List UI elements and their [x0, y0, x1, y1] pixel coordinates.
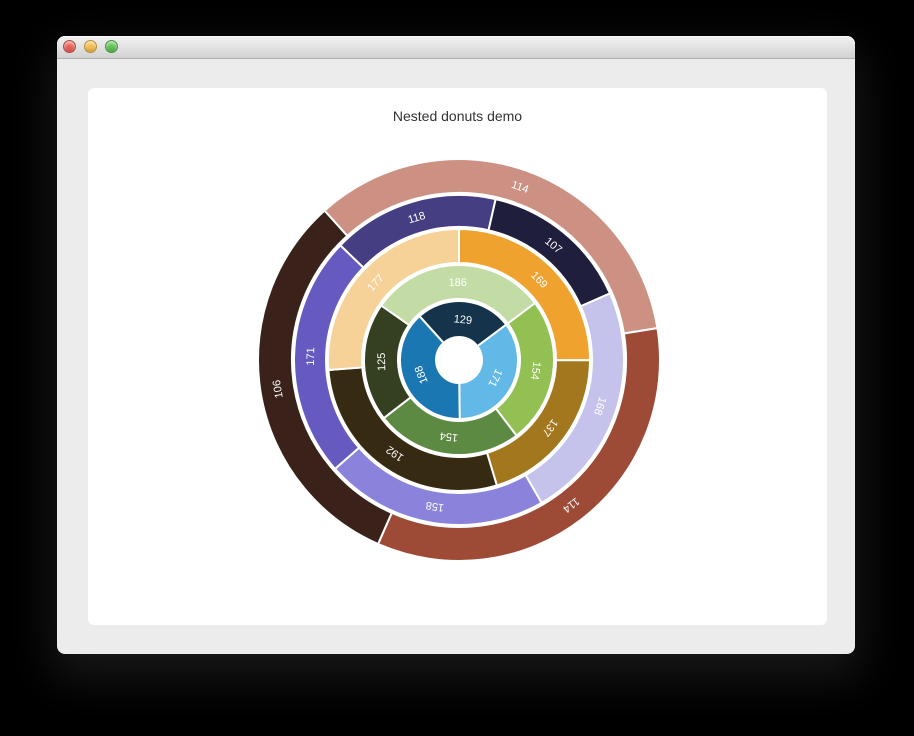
segment-value-label: 171 [305, 347, 317, 366]
chart-panel: Nested donuts demo 129171188186154154125… [88, 88, 827, 625]
zoom-button[interactable] [105, 40, 118, 53]
nested-donut-chart: 1291711881861541541251691371921771181071… [88, 88, 827, 625]
segment-value-label: 125 [376, 352, 388, 371]
minimize-button[interactable] [84, 40, 97, 53]
screenshot-root: { "window": { "buttons": [ {"role": "clo… [0, 0, 914, 736]
segment-value-label: 186 [449, 277, 468, 289]
ring-2: 186 154 154 125 [364, 265, 554, 455]
ring-1-innermost: 129171188 [400, 301, 518, 419]
segment-value-label: 154 [439, 429, 459, 443]
title-bar[interactable] [57, 36, 855, 59]
close-button[interactable] [63, 40, 76, 53]
app-window: Nested donuts demo 129171188186154154125… [57, 36, 855, 654]
segment-value-label: 129 [453, 313, 472, 327]
segment-value-label: 154 [528, 361, 542, 381]
